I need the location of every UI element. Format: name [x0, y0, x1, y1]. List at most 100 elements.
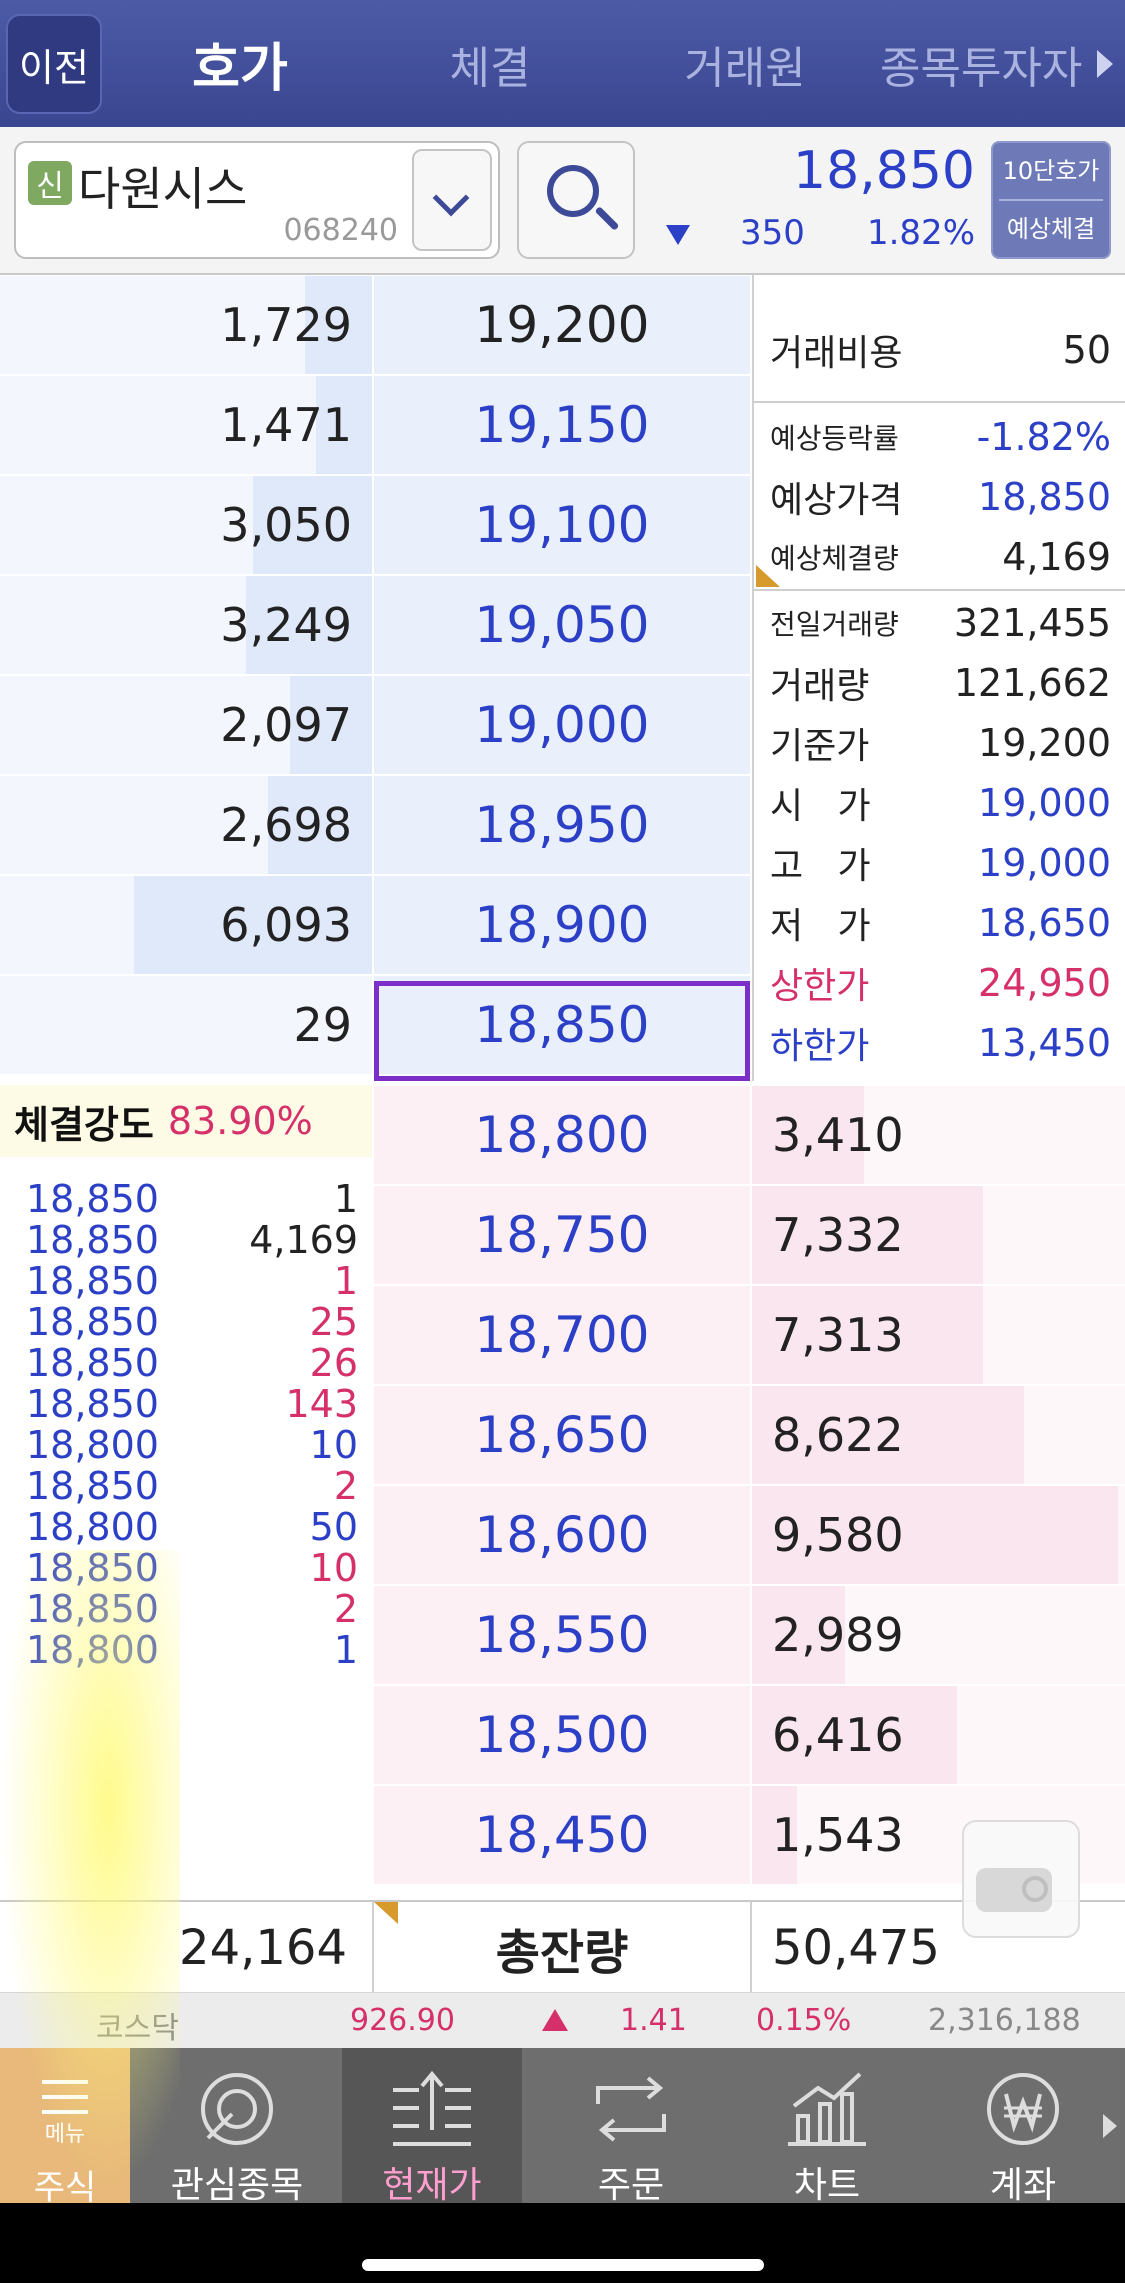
- lower-limit-label: 하한가: [770, 1026, 870, 1067]
- nav-current-price-label: 현재가: [382, 2165, 482, 2206]
- bid-qty: 7,332: [772, 1208, 904, 1262]
- base-price-row: 기준가 19,200: [770, 713, 1111, 773]
- nav-watchlist[interactable]: 관심종목: [142, 2048, 332, 2206]
- prev-volume-value: 321,455: [953, 601, 1111, 645]
- bid-price-row[interactable]: 18,600: [374, 1486, 750, 1584]
- bid-qty-row[interactable]: 9,580: [752, 1486, 1125, 1584]
- ask-qty-row[interactable]: 6,093: [0, 876, 372, 974]
- nav-current-price[interactable]: 현재가: [342, 2048, 522, 2206]
- ask-qty-row[interactable]: 29: [0, 976, 372, 1074]
- ask-qty-row[interactable]: 3,249: [0, 576, 372, 674]
- nav-chart-label: 차트: [793, 2165, 861, 2206]
- ask-qty: 6,093: [220, 898, 352, 952]
- high-price-value: 19,000: [978, 841, 1111, 885]
- nav-menu-button[interactable]: 메뉴 주식: [0, 2048, 130, 2208]
- ask-price-row[interactable]: 18,950: [374, 776, 750, 874]
- fee-value: 50: [1062, 328, 1111, 372]
- ask-price-row[interactable]: 19,000: [374, 676, 750, 774]
- bid-price-row[interactable]: 18,650: [374, 1386, 750, 1484]
- bid-qty-row[interactable]: 8,622: [752, 1386, 1125, 1484]
- ask-qty-row[interactable]: 2,698: [0, 776, 372, 874]
- current-price-frame: [374, 981, 750, 1081]
- lower-limit-value: 13,450: [978, 1021, 1111, 1065]
- tab-orderbook[interactable]: 호가: [130, 0, 350, 127]
- search-button[interactable]: [517, 141, 635, 259]
- base-price-label: 기준가: [770, 726, 870, 767]
- tab-brokers[interactable]: 거래원: [640, 0, 850, 127]
- bid-qty: 9,580: [772, 1508, 904, 1562]
- ask-qty-row[interactable]: 2,097: [0, 676, 372, 774]
- expected-volume-value: 4,169: [1002, 535, 1111, 579]
- recent-trades-list[interactable]: 18,850 1 18,850 4,169 18,850 1 18,850 25 18,850 2…: [0, 1157, 372, 1782]
- bid-price-row[interactable]: 18,750: [374, 1186, 750, 1284]
- ask-qty-row[interactable]: 3,050: [0, 476, 372, 574]
- volume-row: 거래량 121,662: [770, 653, 1111, 713]
- expected-price-value: 18,850: [978, 475, 1111, 519]
- ask-price: 19,000: [474, 696, 650, 754]
- expected-rate-row: 예상등락률 -1.82%: [770, 407, 1111, 467]
- bid-price-row[interactable]: 18,550: [374, 1586, 750, 1684]
- stock-selector[interactable]: 신 다원시스 068240: [14, 141, 500, 259]
- bid-qty-row[interactable]: 2,989: [752, 1586, 1125, 1684]
- bid-price-row[interactable]: 18,800: [374, 1086, 750, 1184]
- ask-price-row[interactable]: 18,900: [374, 876, 750, 974]
- tab-investors[interactable]: 종목투자자: [880, 0, 1120, 127]
- prev-volume-label: 전일거래량: [770, 608, 899, 641]
- ask-qty-row[interactable]: 1,471: [0, 376, 372, 474]
- top-tab-bar: 이전 호가 체결 거래원 종목투자자: [0, 0, 1125, 127]
- menu-sub-label: 메뉴: [44, 2122, 86, 2147]
- bid-price-row[interactable]: 18,450: [374, 1786, 750, 1884]
- ask-price-row[interactable]: 19,150: [374, 376, 750, 474]
- bid-qty-row[interactable]: 7,332: [752, 1186, 1125, 1284]
- bid-qty-row[interactable]: 6,416: [752, 1686, 1125, 1784]
- nav-chart[interactable]: 차트: [732, 2048, 922, 2206]
- price-change-pct: 1.82%: [866, 213, 975, 253]
- ask-price-row[interactable]: 19,100: [374, 476, 750, 574]
- menu-label: 주식: [33, 2168, 97, 2208]
- mode-10-level-label: 10단호가: [1002, 157, 1100, 185]
- ask-price: 18,900: [474, 896, 650, 954]
- stock-dropdown-button[interactable]: [412, 149, 492, 251]
- account-won-icon: [987, 2073, 1059, 2145]
- bid-qty-row[interactable]: 3,410: [752, 1086, 1125, 1184]
- back-button[interactable]: 이전: [6, 14, 102, 114]
- ask-qty: 2,698: [220, 798, 352, 852]
- ask-total: 24,164: [179, 1920, 347, 1976]
- orderbook-mode-button[interactable]: 10단호가 예상체결: [991, 141, 1111, 259]
- market-index-bar[interactable]: 코스닥 926.90 1.41 0.15% 2,316,188: [0, 1992, 1125, 2048]
- tab-scroll-right-icon[interactable]: [1097, 50, 1113, 78]
- nav-order[interactable]: 주문: [536, 2048, 726, 2206]
- bid-qty-row[interactable]: 7,313: [752, 1286, 1125, 1384]
- nav-account[interactable]: 계좌: [928, 2048, 1118, 2206]
- volume-label: 거래량: [770, 666, 870, 707]
- bid-qty: 7,313: [772, 1308, 904, 1362]
- index-value: 926.90: [350, 2003, 455, 2038]
- home-bar: [0, 2203, 1125, 2283]
- ask-price-row[interactable]: 19,200: [374, 276, 750, 374]
- radio-button[interactable]: [962, 1820, 1080, 1938]
- trade-row: 18,800 1: [0, 1620, 372, 1680]
- trade-strength: 체결강도 83.90%: [0, 1085, 372, 1157]
- expected-rate-value: -1.82%: [976, 415, 1111, 459]
- bid-total: 50,475: [772, 1920, 940, 1976]
- home-indicator[interactable]: [362, 2259, 764, 2271]
- upper-limit-label: 상한가: [770, 966, 870, 1007]
- ask-qty-row[interactable]: 1,729: [0, 276, 372, 374]
- ask-qty: 2,097: [220, 698, 352, 752]
- stock-header: 신 다원시스 068240 18,850 350 1.82% 10단호가 예상체…: [0, 127, 1125, 275]
- expected-rate-label: 예상등락률: [770, 422, 899, 455]
- bid-price: 18,800: [474, 1106, 650, 1164]
- trade-price: 18,800: [26, 1628, 159, 1672]
- bid-price-row[interactable]: 18,700: [374, 1286, 750, 1384]
- ask-price-row[interactable]: 19,050: [374, 576, 750, 674]
- ask-price: 19,200: [474, 296, 650, 354]
- tab-trades[interactable]: 체결: [380, 0, 600, 127]
- order-icon: [596, 2076, 666, 2142]
- bid-price-row[interactable]: 18,500: [374, 1686, 750, 1784]
- low-price-label: 저 가: [770, 906, 871, 947]
- nav-scroll-right-icon[interactable]: [1103, 2114, 1117, 2138]
- index-name: 코스닥: [96, 2011, 179, 2046]
- prev-volume-row: 전일거래량 321,455: [770, 593, 1111, 653]
- volume-value: 121,662: [953, 661, 1111, 705]
- index-change: 1.41: [620, 2003, 687, 2038]
